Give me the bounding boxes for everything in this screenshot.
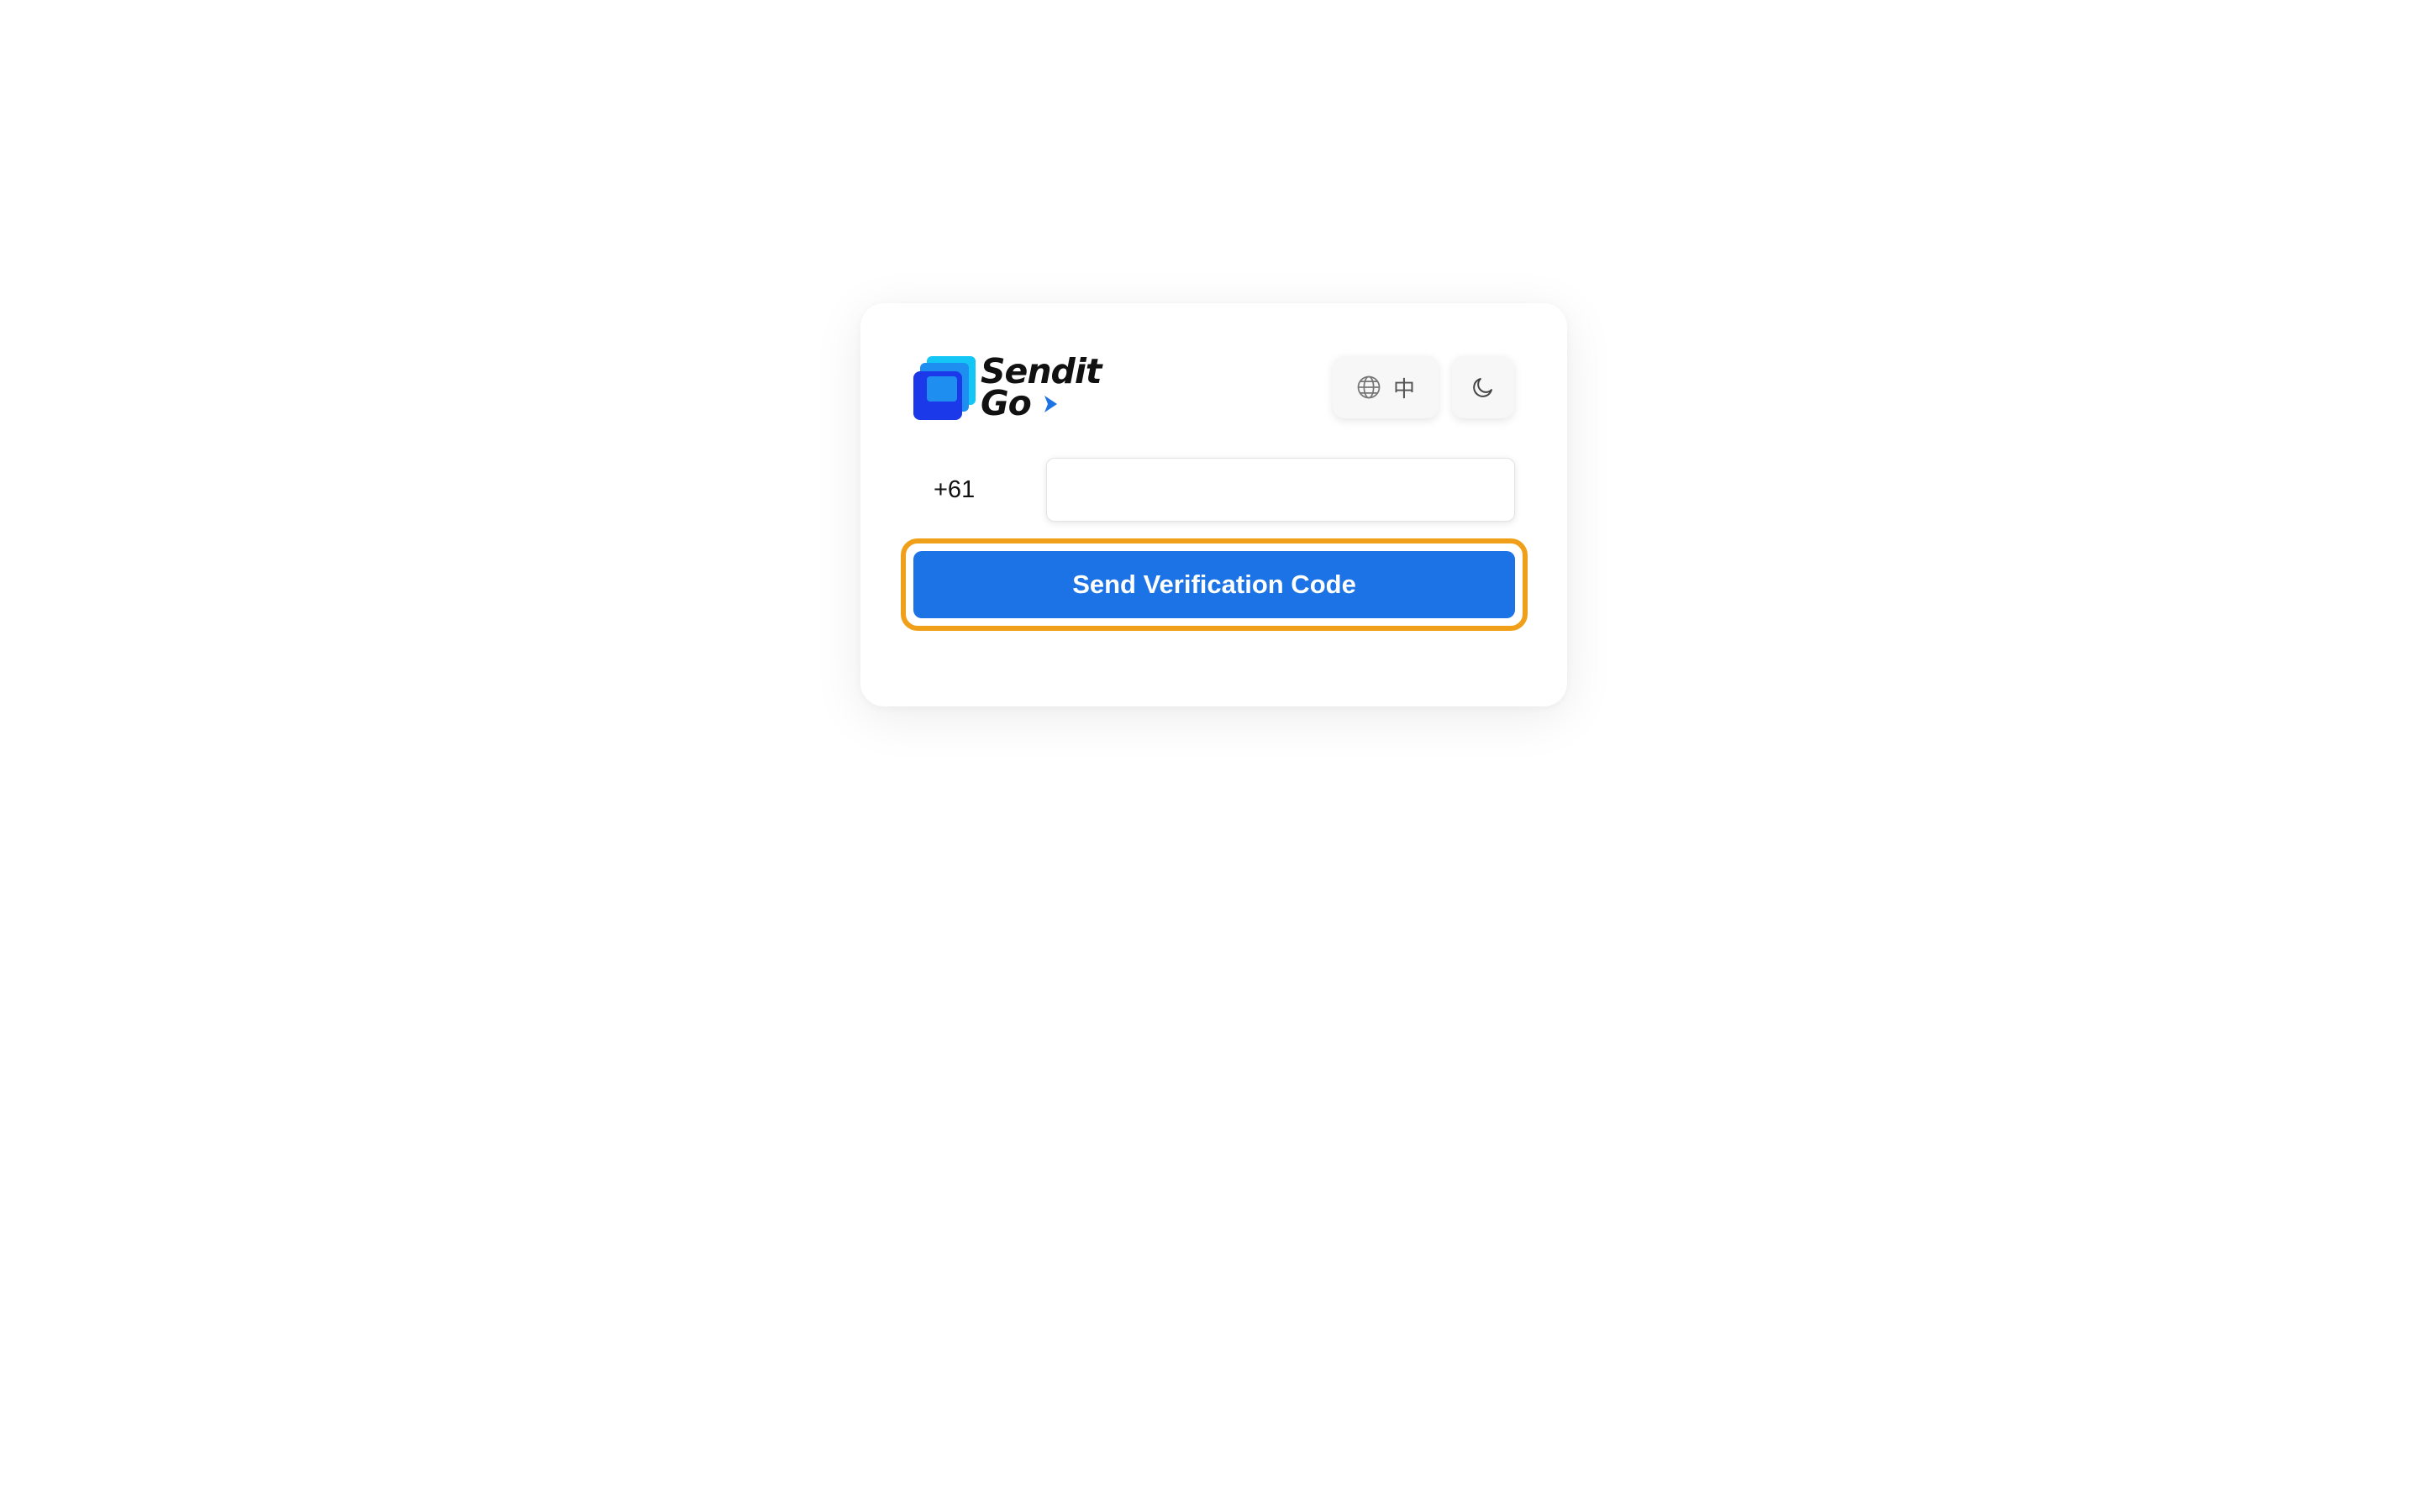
country-code-selector[interactable]: +61 xyxy=(913,458,1046,522)
send-verification-code-button[interactable]: Send Verification Code xyxy=(913,551,1515,618)
language-label: 中 xyxy=(1392,376,1415,402)
login-page: Sendit Go 中 +61 Send Verification Code xyxy=(0,0,2420,1512)
login-card: Sendit Go 中 +61 Send Verification Code xyxy=(860,303,1567,706)
globe-icon xyxy=(1357,375,1381,399)
language-toggle-button[interactable]: 中 xyxy=(1333,356,1439,418)
header-controls: 中 xyxy=(1333,356,1514,418)
sendit-go-logo: Sendit Go xyxy=(913,354,1115,423)
card-header: Sendit Go 中 xyxy=(913,354,1514,423)
theme-toggle-button[interactable] xyxy=(1452,356,1514,418)
logo-mark-icon xyxy=(913,356,976,420)
phone-number-input[interactable] xyxy=(1046,458,1515,522)
phone-number-row: +61 xyxy=(913,458,1515,522)
logo-text-go: Go xyxy=(981,383,1032,423)
moon-icon xyxy=(1473,378,1492,397)
logo-wordmark: Sendit Go xyxy=(981,354,1102,423)
send-button-focus-ring: Send Verification Code xyxy=(901,538,1528,631)
logo-arrow-icon xyxy=(1044,396,1057,412)
